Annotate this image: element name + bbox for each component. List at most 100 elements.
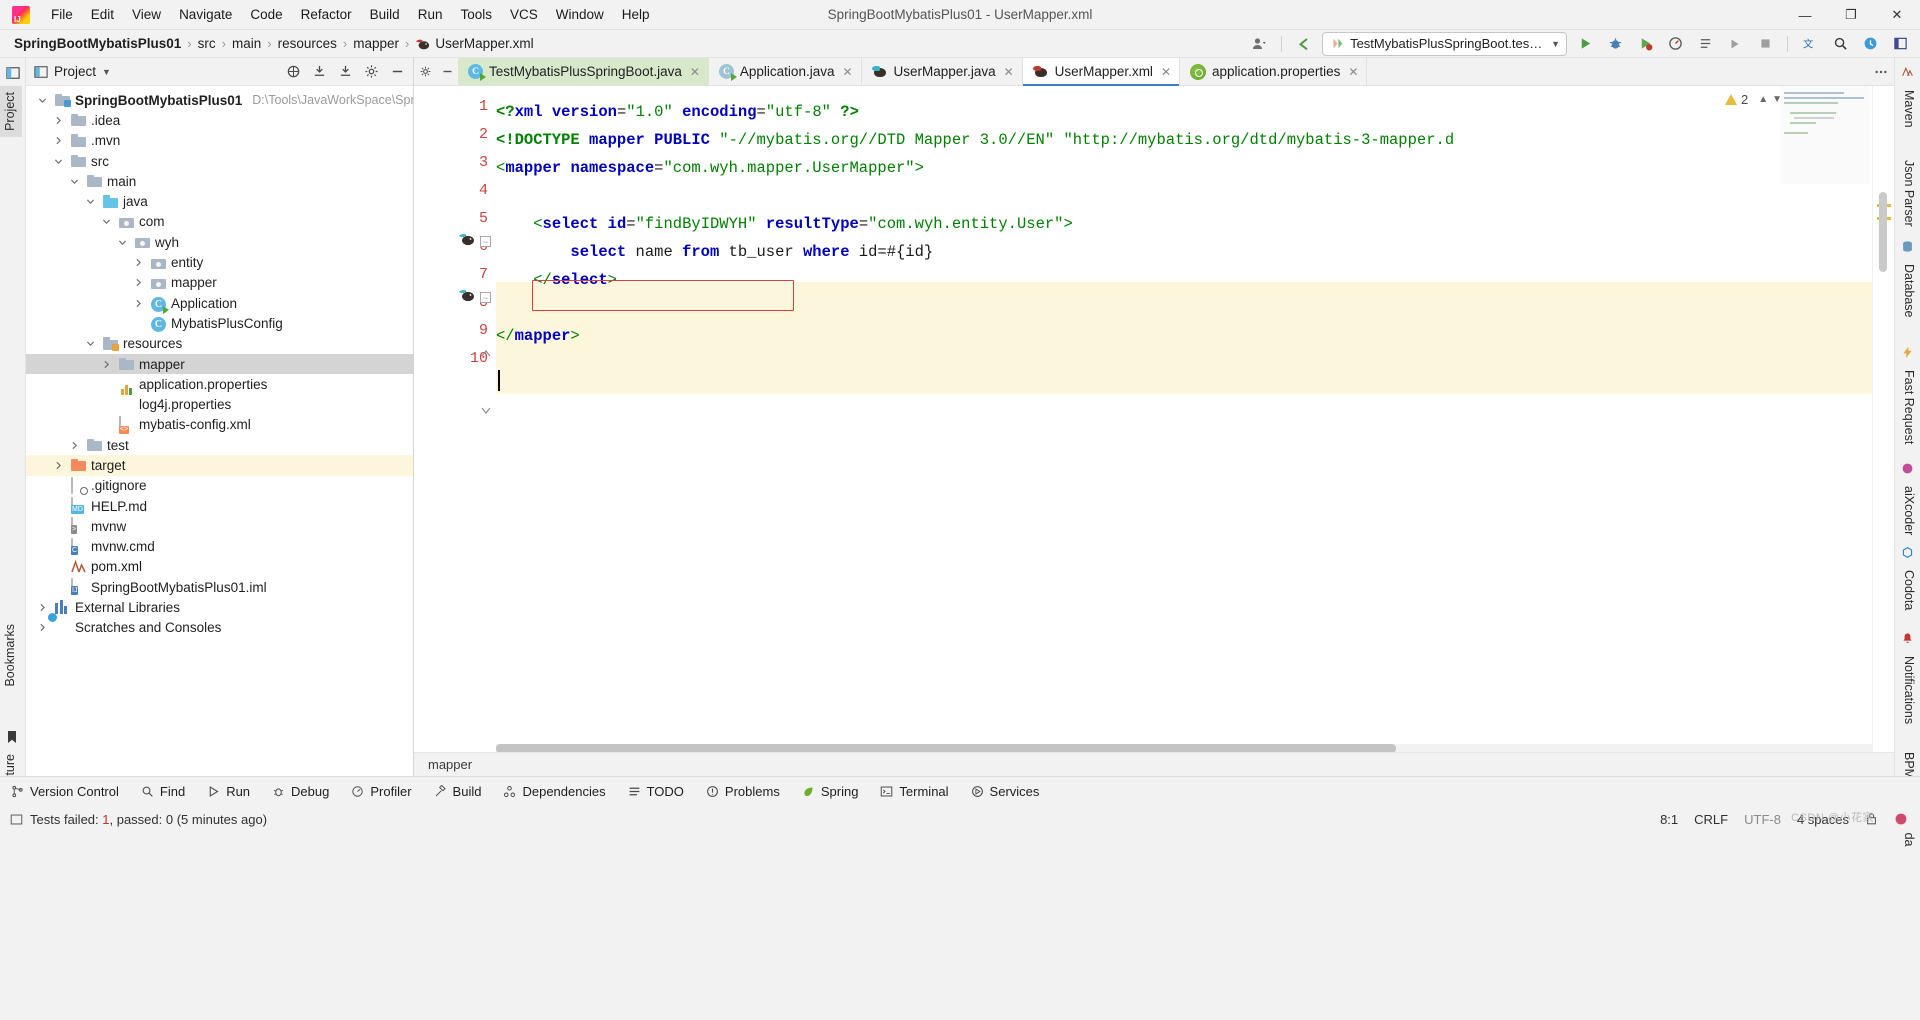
settings-gear-icon[interactable] [359,61,383,83]
right-tab-notifications[interactable]: Notifications [1897,650,1920,730]
mybatis-gutter-icon[interactable] [458,231,476,249]
chevron-down-icon[interactable] [86,197,99,206]
menu-file[interactable]: File [42,2,82,28]
tree-node-pom-xml[interactable]: pom.xml [26,557,413,577]
tool-window-debug[interactable]: Debug [261,777,340,807]
fold-marker-line9[interactable] [480,404,491,415]
stop-icon[interactable] [1753,33,1777,55]
breadcrumb-item-5[interactable]: UserMapper.xml [411,34,537,53]
editor-breadcrumb[interactable]: mapper [414,752,1894,776]
tree-node--gitignore[interactable]: .gitignore [26,476,413,496]
tool-window-terminal[interactable]: Terminal [869,777,959,807]
run-with-coverage-icon[interactable] [1633,33,1657,55]
updates-icon[interactable] [1858,33,1882,55]
tree-node-mvnw[interactable]: > mvnw [26,516,413,536]
chevron-right-icon[interactable] [134,278,147,287]
breadcrumb-item-3[interactable]: resources [274,34,341,53]
code-minimap[interactable] [1780,86,1870,184]
run-small-icon[interactable] [1723,33,1747,55]
close-tab-icon[interactable]: ✕ [1348,65,1358,79]
line-separator[interactable]: CRLF [1694,812,1728,827]
tree-node-target[interactable]: target [26,455,413,476]
chevron-right-icon[interactable] [102,360,115,369]
window-controls[interactable]: — ❐ ✕ [1782,0,1920,30]
fold-marker-line7[interactable] [480,348,491,359]
tool-window-bar[interactable]: Version Control Find Run Debug Profiler Build… [0,776,1920,806]
breadcrumb-item-1[interactable]: src [194,34,220,53]
file-encoding[interactable]: UTF-8 [1744,812,1781,827]
tree-node-mybatisplusconfig[interactable]: C MybatisPlusConfig [26,313,413,333]
back-arrow-icon[interactable] [1292,33,1316,55]
tree-node-mapper[interactable]: mapper [26,273,413,293]
close-tab-icon[interactable]: ✕ [1004,65,1014,79]
editor-tab-application-properties[interactable]: application.properties ✕ [1180,58,1368,85]
mybatis-gutter-icon[interactable] [458,287,476,305]
code-line-9[interactable]: </mapper> [496,322,580,350]
close-tab-icon[interactable]: ✕ [842,65,852,79]
tool-window-todo[interactable]: TODO [617,777,695,807]
chevron-down-icon[interactable] [54,157,67,166]
chevron-down-icon[interactable] [118,238,131,247]
fold-marker-line3[interactable]: − [480,236,491,247]
tree-node-com[interactable]: com [26,212,413,232]
tree-node-test[interactable]: test [26,435,413,455]
chevron-right-icon[interactable] [54,136,67,145]
menu-run[interactable]: Run [409,2,452,28]
code-line-6[interactable]: select name from tb_user where id=#{id} [496,238,933,266]
chevron-right-icon[interactable] [70,441,83,450]
right-tab-codota[interactable]: Codota [1897,564,1920,616]
editor-tab-testmybatisplusspringboot-java[interactable]: C TestMybatisPlusSpringBoot.java ✕ [458,58,709,85]
right-tab-json-parser[interactable]: Json Parser [1897,154,1920,233]
tree-node--idea[interactable]: .idea [26,110,413,130]
user-icon[interactable] [1247,33,1271,55]
chevron-right-icon[interactable] [54,116,67,125]
tree-node-src[interactable]: src [26,151,413,171]
translate-icon[interactable]: 文 [1798,33,1822,55]
sidebar-tab-bookmarks[interactable]: Bookmarks [0,618,22,693]
hide-panel-icon[interactable] [385,61,409,83]
ide-notification-icon[interactable] [1894,812,1908,826]
select-opened-file-icon[interactable] [333,61,357,83]
tool-window-dependencies[interactable]: Dependencies [492,777,616,807]
code-line-1[interactable]: <?xml version="1.0" encoding="utf-8" ?> [496,98,859,126]
close-tab-icon[interactable]: ✕ [690,65,700,79]
breadcrumb[interactable]: SpringBootMybatisPlus01 › src › main › resourc… [10,34,538,53]
chevron-up-icon[interactable]: ▲ [1758,94,1768,105]
tree-node-entity[interactable]: entity [26,252,413,272]
editor-vertical-scrollbar[interactable] [1879,192,1887,272]
collapse-all-icon[interactable] [307,61,331,83]
right-tab-aixcoder[interactable]: aiXcoder [1897,480,1920,541]
tree-node-mybatis-config-xml[interactable]: mybatis-config.xml [26,415,413,435]
tool-window-find[interactable]: Find [130,777,196,807]
chevron-right-icon[interactable] [38,623,51,632]
expand-all-icon[interactable] [281,61,305,83]
profile-icon[interactable] [1663,33,1687,55]
editor-tabs-more-icon[interactable] [1874,58,1894,85]
menu-code[interactable]: Code [241,2,291,28]
chevron-down-icon[interactable] [70,177,83,186]
maximize-button[interactable]: ❐ [1828,0,1874,30]
tree-node-application[interactable]: C Application [26,293,413,315]
tool-window-problems[interactable]: Problems [695,777,791,807]
project-tree[interactable]: SpringBootMybatisPlus01 D:\Tools\JavaWork… [26,86,413,638]
editor-tab-usermapper-java[interactable]: UserMapper.java ✕ [861,58,1023,85]
menu-tools[interactable]: Tools [451,2,501,28]
tree-node-resources[interactable]: resources [26,334,413,354]
breadcrumb-item-2[interactable]: main [228,34,265,53]
tree-node-springbootmybatisplus01-iml[interactable]: IJ SpringBootMybatisPlus01.iml [26,577,413,597]
pin-tab-icon[interactable] [414,58,436,85]
breadcrumb-item-0[interactable]: SpringBootMybatisPlus01 [10,34,185,53]
tool-window-spring[interactable]: Spring [791,777,870,807]
caret-position[interactable]: 8:1 [1660,812,1678,827]
chevron-down-icon[interactable] [102,217,115,226]
fold-marker-line5[interactable]: − [480,292,491,303]
run-configuration-selector[interactable]: TestMybatisPlusSpringBoot.testSelfSql ▼ [1322,31,1567,56]
menu-navigate[interactable]: Navigate [170,2,241,28]
chevron-right-icon[interactable] [38,603,51,612]
search-icon[interactable] [1828,33,1852,55]
chevron-right-icon[interactable] [134,258,147,267]
code-text[interactable]: <?xml version="1.0" encoding="utf-8" ?> <… [496,86,1894,776]
code-line-3[interactable]: <mapper namespace="com.wyh.mapper.UserMa… [496,154,924,182]
menu-vcs[interactable]: VCS [501,2,547,28]
menu-help[interactable]: Help [613,2,659,28]
